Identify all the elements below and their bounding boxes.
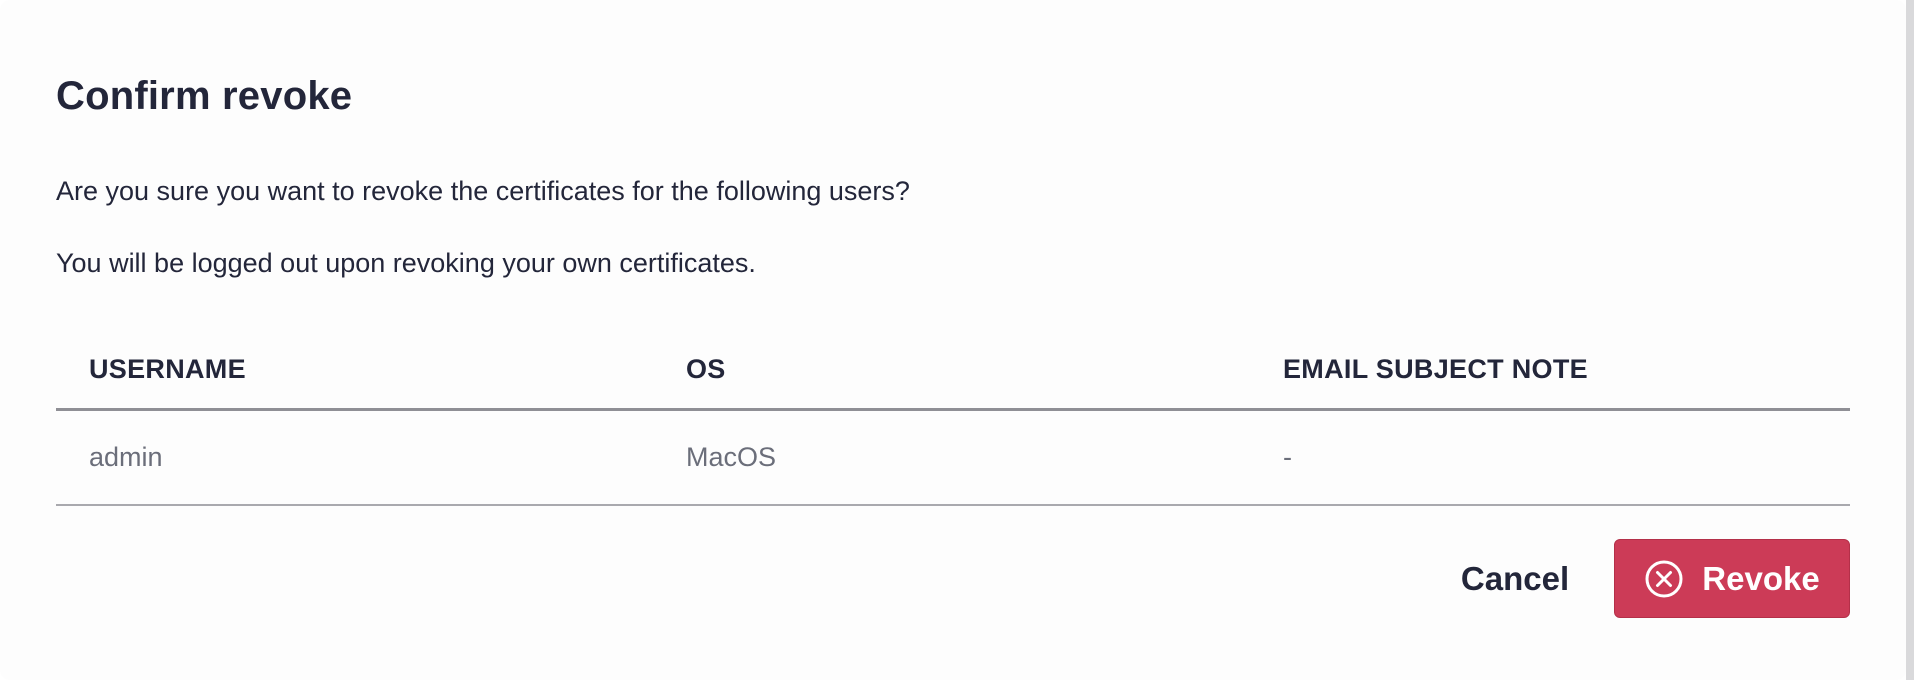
revoke-button[interactable]: Revoke [1614, 539, 1850, 618]
x-circle-icon [1644, 559, 1684, 599]
column-header-username: USERNAME [89, 353, 246, 384]
column-header-os: OS [686, 353, 726, 384]
revoke-button-label: Revoke [1702, 559, 1820, 597]
logout-warning-message: You will be logged out upon revoking you… [56, 248, 756, 278]
background-overlay-edge [1906, 0, 1914, 680]
table-row: admin MacOS - [56, 411, 1850, 506]
cell-email-subject-note: - [1283, 442, 1292, 472]
table-header-row: USERNAME OS EMAIL SUBJECT NOTE [56, 330, 1850, 411]
cell-username: admin [89, 442, 163, 472]
confirm-message: Are you sure you want to revoke the cert… [56, 176, 910, 206]
users-table: USERNAME OS EMAIL SUBJECT NOTE admin Mac… [56, 330, 1850, 506]
column-header-email-subject-note: EMAIL SUBJECT NOTE [1283, 353, 1588, 384]
dialog-title: Confirm revoke [56, 74, 353, 118]
cell-os: MacOS [686, 442, 777, 472]
confirm-revoke-dialog: Confirm revoke Are you sure you want to … [0, 0, 1906, 680]
cancel-button[interactable]: Cancel [1440, 540, 1590, 618]
